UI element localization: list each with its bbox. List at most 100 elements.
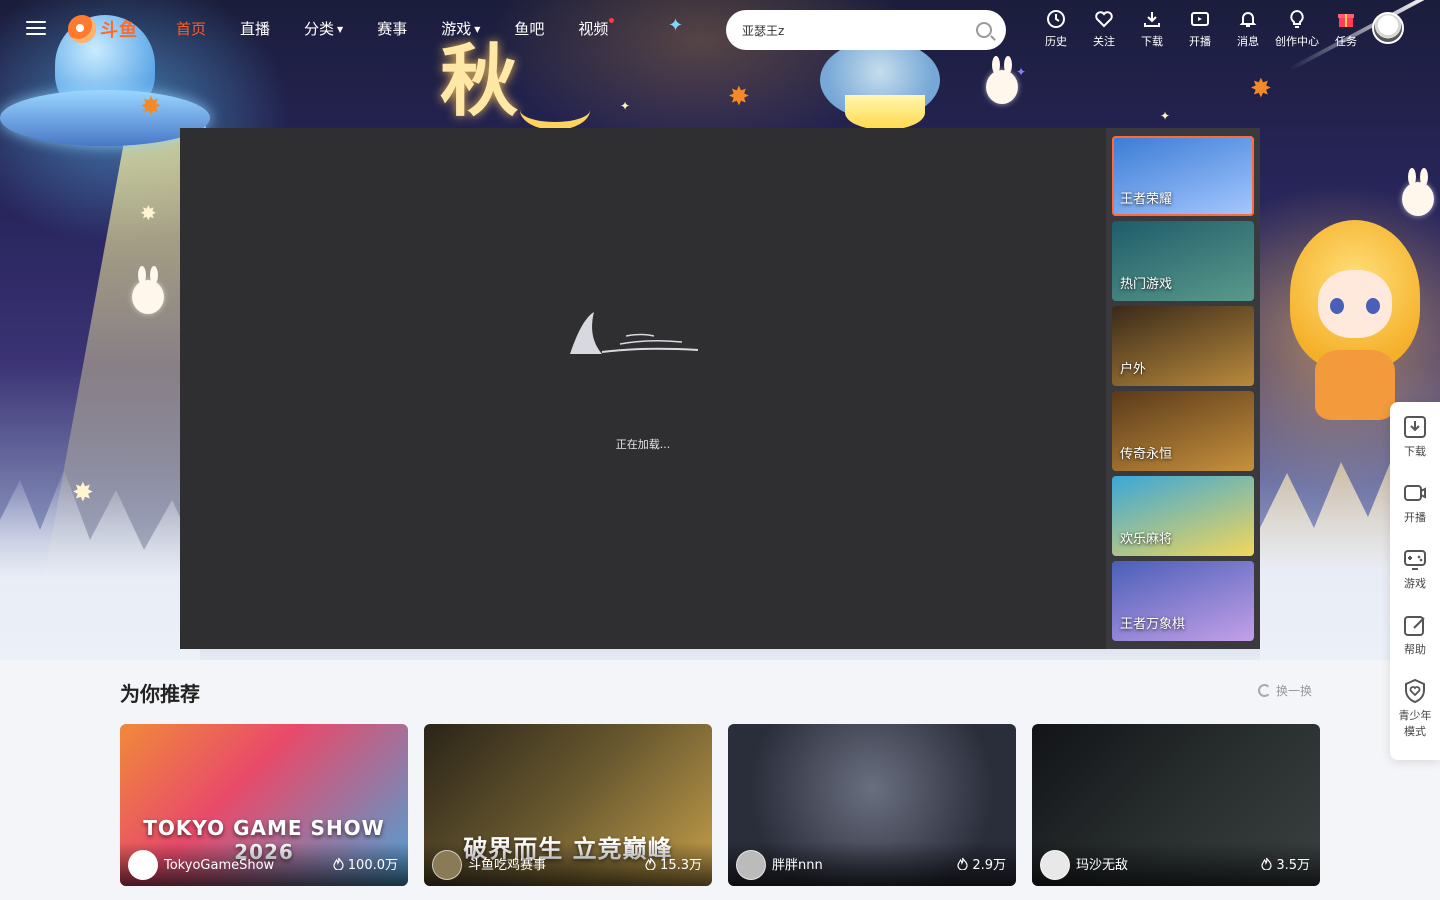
- download-label: 下载: [1141, 35, 1163, 48]
- ufo-small-beam: [845, 95, 925, 130]
- streamer-avatar: [432, 850, 462, 880]
- viewer-heat-value: 3.5万: [1276, 858, 1310, 873]
- history-button[interactable]: 历史: [1032, 8, 1080, 49]
- follow-button[interactable]: 关注: [1080, 8, 1128, 49]
- viewer-heat: 3.5万: [1261, 854, 1310, 873]
- crescent-moon: [520, 90, 590, 130]
- playlist-item-label: 户外: [1120, 362, 1147, 377]
- download-button[interactable]: 下载: [1128, 8, 1176, 49]
- hamburger-menu-icon[interactable]: [26, 18, 46, 38]
- viewer-heat-value: 2.9万: [972, 858, 1006, 873]
- dock-stream-button[interactable]: 开播: [1390, 480, 1440, 546]
- refresh-label: 换一换: [1276, 684, 1313, 698]
- nav-link-label: 赛事: [377, 19, 408, 38]
- nav-link-fishbar[interactable]: 鱼吧: [514, 18, 544, 39]
- video-player[interactable]: 正在加载...: [180, 128, 1106, 649]
- nav-link-label: 视频: [578, 19, 609, 38]
- bunny-illustration: [986, 56, 1018, 104]
- search-input[interactable]: [742, 23, 976, 37]
- playlist-item[interactable]: 传奇永恒: [1112, 391, 1254, 471]
- site-logo[interactable]: 斗鱼: [68, 12, 148, 46]
- star-icon: ✦: [1016, 65, 1027, 79]
- notification-dot: [609, 17, 615, 23]
- nav-link-label: 分类: [304, 19, 335, 38]
- streamer-name: TokyoGameShow: [164, 858, 275, 873]
- dock-teen-mode-button[interactable]: 青少年模式: [1390, 678, 1440, 744]
- gift-icon: [1335, 8, 1357, 30]
- refresh-icon: [1258, 684, 1271, 697]
- search-bar: [726, 10, 1006, 50]
- playlist-item-label: 欢乐麻将: [1120, 532, 1173, 547]
- start-stream-button[interactable]: 开播: [1176, 8, 1224, 49]
- camera-icon: [1404, 485, 1426, 501]
- dock-download-label: 下载: [1404, 445, 1426, 458]
- messages-button[interactable]: 消息: [1224, 8, 1272, 49]
- clock-icon: [1045, 8, 1067, 30]
- flame-icon: [1261, 857, 1272, 870]
- dock-help-button[interactable]: 帮助: [1390, 612, 1440, 678]
- stream-card[interactable]: 胖胖nnn 2.9万: [728, 724, 1016, 886]
- tasks-label: 任务: [1335, 35, 1357, 48]
- playlist-item[interactable]: 欢乐麻将: [1112, 476, 1254, 556]
- bell-icon: [1237, 8, 1259, 30]
- streamer-avatar: [128, 850, 158, 880]
- playlist-item-label: 热门游戏: [1120, 277, 1173, 292]
- shark-fin-loading-icon: [570, 312, 699, 354]
- streamer-name: 斗鱼吃鸡赛事: [468, 858, 547, 873]
- nav-link-category[interactable]: 分类 ▼: [304, 18, 343, 39]
- camera-icon: [1189, 8, 1211, 30]
- shield-heart-icon: [1405, 678, 1425, 704]
- gamepad-icon: [1404, 550, 1426, 570]
- heart-icon: [1093, 8, 1115, 30]
- fish-logo-icon: [68, 15, 96, 43]
- streamer-name: 玛沙无敌: [1076, 858, 1129, 873]
- playlist-item[interactable]: 王者荣耀: [1112, 136, 1254, 216]
- maple-leaf-icon: ✸: [140, 92, 162, 122]
- dock-download-button[interactable]: 下载: [1390, 414, 1440, 480]
- dock-games-button[interactable]: 游戏: [1390, 546, 1440, 612]
- logo-text: 斗鱼: [100, 20, 138, 41]
- creator-center-button[interactable]: 创作中心: [1272, 8, 1322, 49]
- refresh-button[interactable]: 换一换: [1258, 682, 1312, 699]
- search-icon[interactable]: [976, 22, 992, 38]
- playlist-item[interactable]: 热门游戏: [1112, 221, 1254, 301]
- mascot-body: [1315, 350, 1395, 420]
- dock-games-label: 游戏: [1404, 577, 1426, 590]
- nav-link-live[interactable]: 直播: [240, 18, 270, 39]
- dock-help-label: 帮助: [1404, 643, 1426, 656]
- viewer-heat: 100.0万: [333, 854, 398, 873]
- creator-center-label: 创作中心: [1275, 35, 1319, 48]
- mascot-eye: [1330, 298, 1344, 314]
- start-stream-label: 开播: [1189, 35, 1211, 48]
- loading-text: 正在加载...: [615, 438, 671, 451]
- dock-stream-label: 开播: [1404, 511, 1426, 524]
- nav-link-label: 直播: [240, 19, 271, 38]
- maple-leaf-icon: ✸: [728, 82, 750, 112]
- nav-link-home[interactable]: 首页: [176, 18, 206, 39]
- nav-link-games[interactable]: 游戏 ▼: [441, 18, 480, 39]
- stream-card[interactable]: 破界而生 立竞巅峰 斗鱼吃鸡赛事 15.3万: [424, 724, 712, 886]
- playlist-item[interactable]: 户外: [1112, 306, 1254, 386]
- stream-card[interactable]: 玛沙无敌 3.5万: [1032, 724, 1320, 886]
- playlist-item-label: 王者荣耀: [1120, 192, 1173, 207]
- streamer-name: 胖胖nnn: [772, 858, 823, 873]
- side-dock: 下载 开播 游戏 帮助 青少年模式: [1390, 402, 1440, 760]
- streamer-avatar: [736, 850, 766, 880]
- playlist-item-label: 王者万象棋: [1120, 617, 1186, 632]
- recommend-card-list: TOKYO GAME SHOW 2026 TokyoGameShow 100.0…: [120, 724, 1336, 886]
- viewer-heat-value: 100.0万: [347, 858, 398, 873]
- playlist-item[interactable]: 王者万象棋: [1112, 561, 1254, 641]
- star-icon: ✦: [1160, 109, 1171, 123]
- nav-link-video[interactable]: 视频: [578, 17, 615, 39]
- playlist-item-label: 传奇永恒: [1120, 447, 1173, 462]
- top-navigation-bar: 斗鱼 首页 直播 分类 ▼ 赛事 游戏 ▼ 鱼吧 视频 亚瑟王z 历史 关注 下…: [0, 0, 1440, 56]
- nav-link-events[interactable]: 赛事: [377, 18, 407, 39]
- stream-card[interactable]: TOKYO GAME SHOW 2026 TokyoGameShow 100.0…: [120, 724, 408, 886]
- viewer-heat: 2.9万: [957, 854, 1006, 873]
- follow-label: 关注: [1093, 35, 1115, 48]
- main-nav-links: 首页 直播 分类 ▼ 赛事 游戏 ▼ 鱼吧 视频: [176, 0, 642, 56]
- section-title: 为你推荐: [120, 682, 200, 706]
- tasks-button[interactable]: 任务: [1322, 8, 1370, 49]
- bunny-illustration: [1402, 168, 1434, 216]
- user-avatar[interactable]: [1372, 12, 1404, 44]
